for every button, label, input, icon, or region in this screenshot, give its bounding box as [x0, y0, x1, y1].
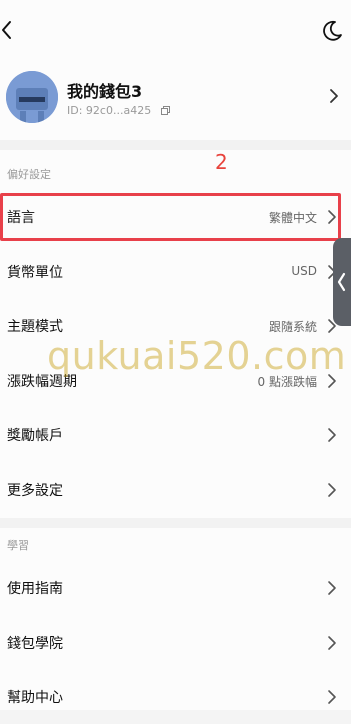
preference-row[interactable]: 更多設定 — [0, 463, 351, 517]
row-label: 更多設定 — [7, 482, 63, 499]
section-divider — [0, 140, 351, 150]
chevron-left-icon — [2, 21, 11, 39]
row-label: 獎勵帳戶 — [7, 428, 63, 444]
chevron-right-icon — [328, 690, 336, 704]
preference-row[interactable]: 貨幣單位 USD — [0, 245, 351, 299]
moon-icon — [323, 20, 342, 41]
chevron-right-icon — [328, 581, 336, 595]
section-title-preferences: 偏好設定 — [7, 168, 51, 181]
wallet-profile[interactable]: 我的錢包3 ID: 92c0...a425 — [0, 64, 351, 132]
step-annotation: 2 — [215, 150, 228, 174]
row-value: 0 點漲跌幅 — [257, 374, 317, 389]
avatar — [6, 71, 58, 123]
row-value: USD — [291, 263, 317, 278]
wallet-id-text: ID: 92c0...a425 — [67, 104, 152, 117]
chevron-right-icon — [328, 373, 336, 388]
copy-icon[interactable] — [160, 105, 170, 115]
chevron-right-icon — [328, 635, 336, 650]
wallet-id: ID: 92c0...a425 — [67, 104, 170, 117]
row-label: 主題模式 — [7, 319, 63, 335]
side-drawer-handle[interactable] — [333, 238, 351, 326]
chevron-right-icon — [330, 89, 338, 103]
back-button[interactable] — [0, 17, 24, 43]
settings-page: 我的錢包3 ID: 92c0...a425 偏好設定 2 語言 繁體中文貨幣單位 U… — [0, 0, 351, 710]
row-label: 貨幣單位 — [7, 264, 63, 281]
learning-row[interactable]: 幫助中心 — [0, 670, 351, 724]
row-label: 使用指南 — [7, 581, 63, 597]
top-bar — [0, 0, 351, 60]
row-label: 錢包學院 — [7, 635, 63, 652]
preference-row[interactable]: 語言 繁體中文 — [0, 190, 351, 244]
theme-toggle-button[interactable] — [319, 17, 345, 43]
chevron-left-icon — [337, 272, 346, 292]
learning-row[interactable]: 錢包學院 — [0, 616, 351, 670]
section-divider — [0, 518, 351, 528]
preference-row[interactable]: 漲跌幅週期 0 點漲跌幅 — [0, 354, 351, 408]
preference-row[interactable]: 獎勵帳戶 — [0, 408, 351, 462]
chevron-right-icon — [328, 210, 336, 224]
row-label: 漲跌幅週期 — [7, 373, 77, 390]
row-value: 繁體中文 — [268, 211, 317, 225]
robot-avatar-icon — [6, 71, 58, 123]
row-label: 語言 — [7, 210, 35, 226]
row-label: 幫助中心 — [7, 690, 63, 706]
learning-row[interactable]: 使用指南 — [0, 561, 351, 615]
chevron-right-icon — [328, 482, 336, 497]
row-value: 跟隨系統 — [268, 320, 317, 334]
preference-row[interactable]: 主題模式 跟隨系統 — [0, 299, 351, 353]
section-title-learning: 學習 — [7, 539, 29, 552]
chevron-right-icon — [328, 428, 336, 442]
wallet-name: 我的錢包3 — [67, 82, 143, 101]
